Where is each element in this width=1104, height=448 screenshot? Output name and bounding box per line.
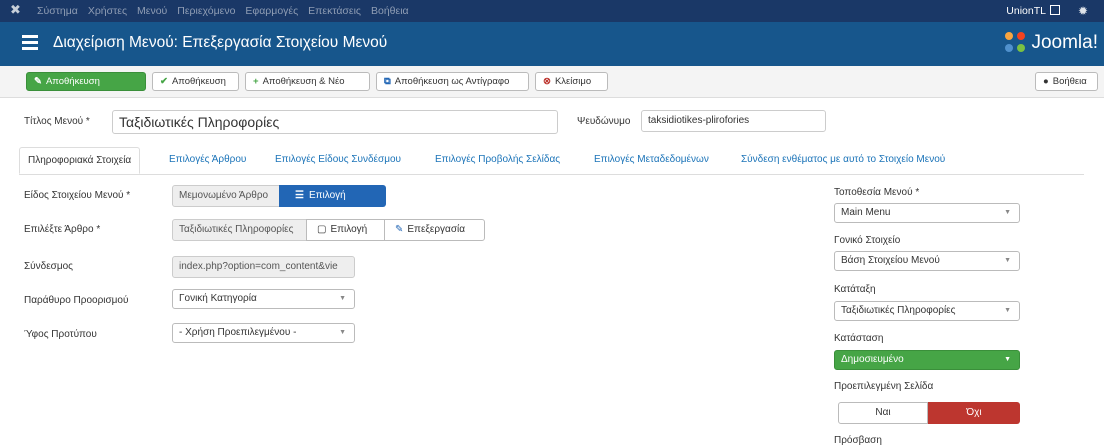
save-copy-button[interactable]: ⧉ Αποθήκευση ως Αντίγραφο	[376, 72, 529, 91]
chevron-down-icon: ▼	[339, 295, 346, 302]
copy-icon: ⧉	[384, 76, 391, 87]
menu-system[interactable]: Σύστημα	[37, 5, 78, 17]
type-label: Είδος Στοιχείου Μενού *	[24, 190, 131, 201]
menu-help[interactable]: Βοήθεια	[371, 5, 409, 17]
site-name: UnionTL	[1006, 5, 1046, 17]
target-label: Παράθυρο Προορισμού	[24, 295, 129, 306]
save-button[interactable]: ✎ Αποθήκευση	[26, 72, 146, 91]
article-label: Επιλέξτε Άρθρο *	[24, 224, 101, 235]
save-new-label: Αποθήκευση & Νέο	[262, 76, 345, 87]
chevron-down-icon: ▼	[1004, 257, 1011, 264]
ordering-value: Ταξιδιωτικές Πληροφορίες	[841, 305, 956, 316]
cancel-icon: ⊗	[543, 76, 551, 87]
chevron-down-icon: ▼	[1004, 209, 1011, 216]
alias-label: Ψευδώνυμο	[577, 116, 631, 127]
question-icon: ●	[1043, 76, 1049, 87]
tab-bar: Πληροφοριακά Στοιχεία Επιλογές Άρθρου Επ…	[19, 147, 1084, 175]
joomla-mark-icon	[1005, 32, 1027, 54]
close-button[interactable]: ⊗ Κλείσιμο	[535, 72, 608, 91]
select-type-button[interactable]: ☰ Επιλογή	[279, 185, 386, 207]
alias-input[interactable]: taksidiotikes-plirofories	[641, 110, 826, 132]
select-type-label: Επιλογή	[308, 190, 346, 201]
edit-article-label: Επεξεργασία	[407, 224, 465, 235]
close-label: Κλείσιμο	[554, 76, 592, 87]
status-label: Κατάσταση	[834, 333, 884, 344]
save-copy-label: Αποθήκευση ως Αντίγραφο	[394, 76, 510, 87]
style-label: Ύφος Προτύπου	[24, 329, 97, 340]
external-link-icon	[1050, 5, 1060, 15]
edit-icon: ✎	[34, 76, 42, 87]
tab-page-display[interactable]: Επιλογές Προβολής Σελίδας	[427, 147, 568, 174]
chevron-down-icon: ▼	[1004, 356, 1011, 363]
save-close-label: Αποθήκευση	[171, 76, 226, 87]
tab-details[interactable]: Πληροφοριακά Στοιχεία	[19, 147, 141, 174]
target-window-select[interactable]: Γονική Κατηγορία ▼	[172, 289, 355, 309]
menu-location-label: Τοποθεσία Μενού *	[834, 187, 920, 198]
site-link[interactable]: UnionTL	[1006, 0, 1060, 22]
select-article-label: Επιλογή	[330, 224, 368, 235]
edit-icon: ✎	[395, 224, 404, 235]
admin-menu: Σύστημα Χρήστες Μενού Περιεχόμενο Εφαρμο…	[37, 0, 409, 22]
parent-value: Βάση Στοιχείου Μενού	[841, 255, 940, 266]
menu-content[interactable]: Περιεχόμενο	[177, 5, 235, 17]
title-input[interactable]: Ταξιδιωτικές Πληροφορίες	[112, 110, 558, 134]
help-button[interactable]: ● Βοήθεια	[1035, 72, 1098, 91]
menu-menus[interactable]: Μενού	[137, 5, 167, 17]
tab-metadata[interactable]: Επιλογές Μεταδεδομένων	[586, 147, 717, 174]
chevron-down-icon: ▼	[1004, 307, 1011, 314]
menu-location-select[interactable]: Main Menu ▼	[834, 203, 1020, 223]
parent-item-select[interactable]: Βάση Στοιχείου Μενού ▼	[834, 251, 1020, 271]
list-icon: ☰	[295, 190, 304, 201]
home-label: Προεπιλεγμένη Σελίδα	[834, 381, 934, 392]
link-label: Σύνδεσμος	[24, 261, 73, 272]
joomla-wordmark: Joomla!	[1031, 32, 1098, 53]
ordering-select[interactable]: Ταξιδιωτικές Πληροφορίες ▼	[834, 301, 1020, 321]
chevron-down-icon: ▼	[339, 329, 346, 336]
target-value: Γονική Κατηγορία	[179, 293, 257, 304]
save-label: Αποθήκευση	[45, 76, 100, 87]
parent-label: Γονικό Στοιχείο	[834, 235, 901, 246]
home-yes-button[interactable]: Ναι	[838, 402, 928, 424]
page-title: Διαχείριση Μενού: Επεξεργασία Στοιχείου …	[53, 34, 388, 51]
page-header: Διαχείριση Μενού: Επεξεργασία Στοιχείου …	[0, 22, 1104, 66]
edit-article-button[interactable]: ✎ Επεξεργασία	[384, 219, 485, 241]
menu-location-value: Main Menu	[841, 207, 891, 218]
list-menu-icon	[22, 35, 38, 51]
status-value: Δημοσιευμένο	[841, 354, 904, 365]
article-field: Ταξιδιωτικές Πληροφορίες	[172, 219, 307, 241]
gear-icon[interactable]: ✹	[1078, 4, 1088, 18]
check-icon: ✔	[160, 76, 168, 87]
file-icon: ▢	[317, 224, 327, 235]
menu-type-field: Μεμονωμένο Άρθρο	[172, 185, 280, 207]
status-select[interactable]: Δημοσιευμένο ▼	[834, 350, 1020, 370]
menu-components[interactable]: Εφαρμογές	[245, 5, 298, 17]
home-no-button[interactable]: Όχι	[928, 402, 1020, 424]
toolbar: ✎ Αποθήκευση ✔ Αποθήκευση + Αποθήκευση & Νέ…	[0, 66, 1104, 98]
save-close-button[interactable]: ✔ Αποθήκευση	[152, 72, 239, 91]
plus-icon: +	[253, 76, 259, 87]
admin-top-nav: ✖ Σύστημα Χρήστες Μενού Περιεχόμενο Εφαρ…	[0, 0, 1104, 22]
menu-users[interactable]: Χρήστες	[88, 5, 127, 17]
tab-module-assignment[interactable]: Σύνδεση ενθέματος με αυτό το Στοιχείο Με…	[733, 147, 953, 174]
help-label: Βοήθεια	[1052, 76, 1087, 87]
select-article-button[interactable]: ▢ Επιλογή	[306, 219, 385, 241]
menu-extensions[interactable]: Επεκτάσεις	[308, 5, 361, 17]
access-label: Πρόσβαση	[834, 435, 882, 446]
style-value: - Χρήση Προεπιλεγμένου -	[179, 327, 297, 338]
ordering-label: Κατάταξη	[834, 284, 876, 295]
joomla-brand: Joomla!	[1005, 29, 1098, 57]
tab-article-options[interactable]: Επιλογές Άρθρου	[161, 147, 254, 174]
link-field: index.php?option=com_content&vie	[172, 256, 355, 278]
joomla-logo-icon[interactable]: ✖	[10, 3, 24, 17]
tab-link-type-options[interactable]: Επιλογές Είδους Συνδέσμου	[267, 147, 409, 174]
save-new-button[interactable]: + Αποθήκευση & Νέο	[245, 72, 370, 91]
title-label: Τίτλος Μενού *	[24, 116, 90, 127]
template-style-select[interactable]: - Χρήση Προεπιλεγμένου - ▼	[172, 323, 355, 343]
